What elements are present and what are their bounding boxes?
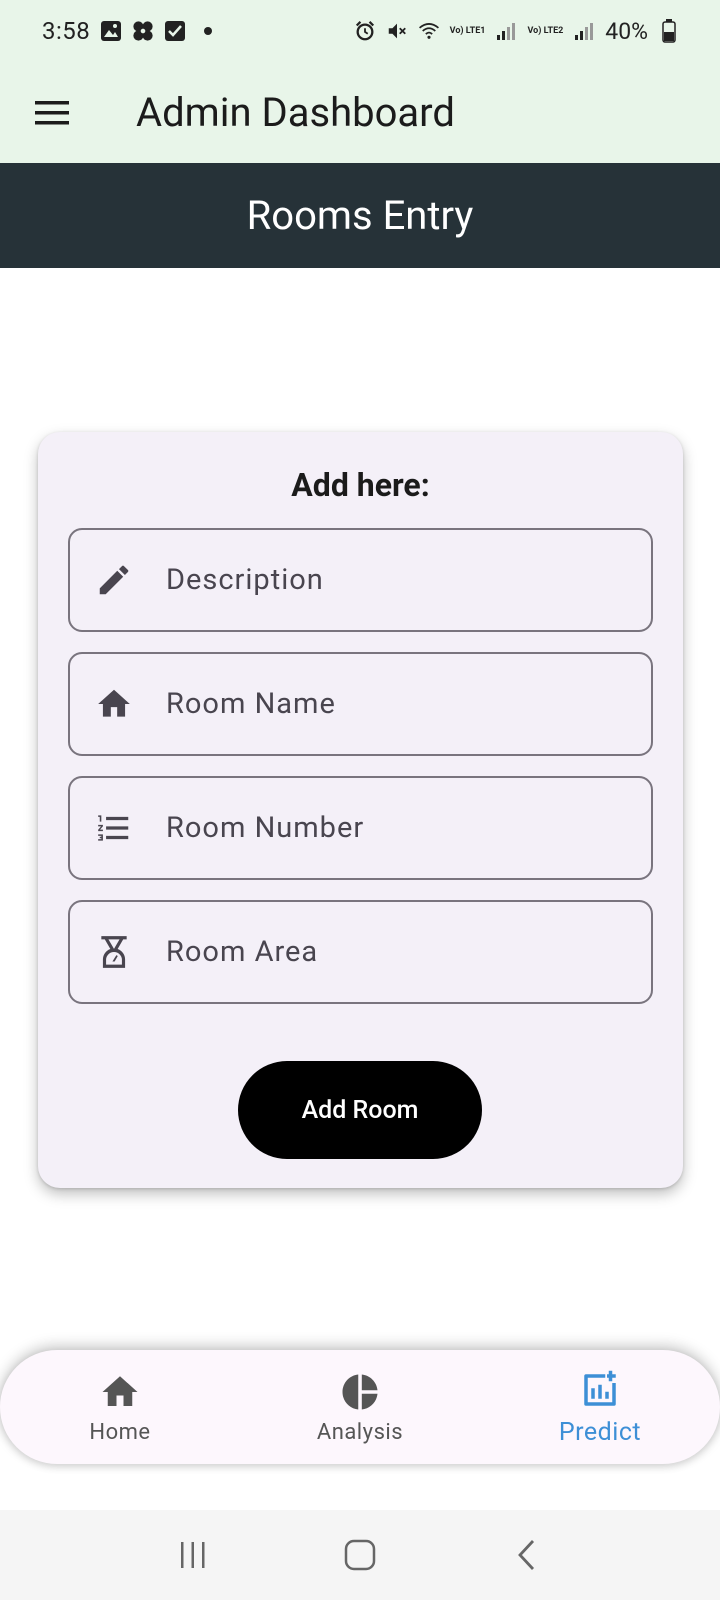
- back-chevron-icon: [517, 1540, 534, 1570]
- signal-icon: [495, 20, 517, 42]
- checkbox-icon: [164, 20, 186, 42]
- wifi-icon: [418, 20, 440, 42]
- nav-item-home[interactable]: Home: [20, 1350, 220, 1464]
- add-room-button[interactable]: Add Room: [238, 1061, 482, 1159]
- numbered-list-icon: [94, 808, 134, 848]
- recent-apps-icon: [181, 1542, 205, 1568]
- room-number-field[interactable]: [68, 776, 653, 880]
- room-area-field[interactable]: [68, 900, 653, 1004]
- home-square-icon: [344, 1539, 376, 1571]
- home-icon: [98, 1370, 142, 1414]
- gallery-icon: [100, 20, 122, 42]
- room-name-input[interactable]: [166, 687, 626, 721]
- mute-icon: [386, 20, 408, 42]
- page-header: Rooms Entry: [0, 163, 720, 268]
- recent-apps-button[interactable]: [163, 1525, 223, 1585]
- battery-icon: [658, 19, 680, 43]
- home-system-button[interactable]: [330, 1525, 390, 1585]
- nav-label-analysis: Analysis: [316, 1419, 404, 1445]
- system-nav-bar: [0, 1510, 720, 1600]
- insights-icon: [578, 1368, 622, 1412]
- status-time: 3:58: [42, 17, 91, 45]
- room-number-input[interactable]: [166, 811, 626, 845]
- pie-chart-icon: [338, 1370, 382, 1414]
- hamburger-icon: [35, 100, 69, 124]
- scale-icon: [94, 932, 134, 972]
- fan-icon: [132, 20, 154, 42]
- status-bar: 3:58 Vo) LTE1 Vo) LTE2 40%: [0, 0, 720, 62]
- home-icon: [94, 684, 134, 724]
- card-title: Add here:: [291, 466, 430, 504]
- lte1-label: Vo) LTE1: [449, 25, 486, 36]
- room-area-input[interactable]: [166, 935, 626, 969]
- page-title: Rooms Entry: [246, 192, 474, 239]
- notification-dot: [204, 27, 213, 35]
- description-input[interactable]: [166, 563, 626, 597]
- nav-item-analysis[interactable]: Analysis: [260, 1350, 460, 1464]
- alarm-icon: [354, 20, 376, 42]
- status-left: 3:58: [42, 17, 213, 45]
- nav-item-predict[interactable]: Predict: [500, 1350, 700, 1464]
- status-right: Vo) LTE1 Vo) LTE2 40%: [354, 18, 680, 45]
- app-bar: Admin Dashboard: [0, 62, 720, 163]
- description-field[interactable]: [68, 528, 653, 632]
- bottom-nav: Home Analysis Predict: [0, 1350, 720, 1464]
- app-title: Admin Dashboard: [136, 89, 455, 136]
- lte2-label: Vo) LTE2: [527, 25, 564, 36]
- add-room-card: Add here: Add Room: [38, 432, 683, 1188]
- signal-icon: [573, 20, 595, 42]
- back-button[interactable]: [497, 1525, 557, 1585]
- pencil-icon: [94, 560, 134, 600]
- nav-label-predict: Predict: [558, 1417, 642, 1447]
- menu-button[interactable]: [23, 83, 83, 143]
- room-name-field[interactable]: [68, 652, 653, 756]
- nav-label-home: Home: [89, 1419, 151, 1445]
- battery-percent: 40%: [605, 17, 648, 45]
